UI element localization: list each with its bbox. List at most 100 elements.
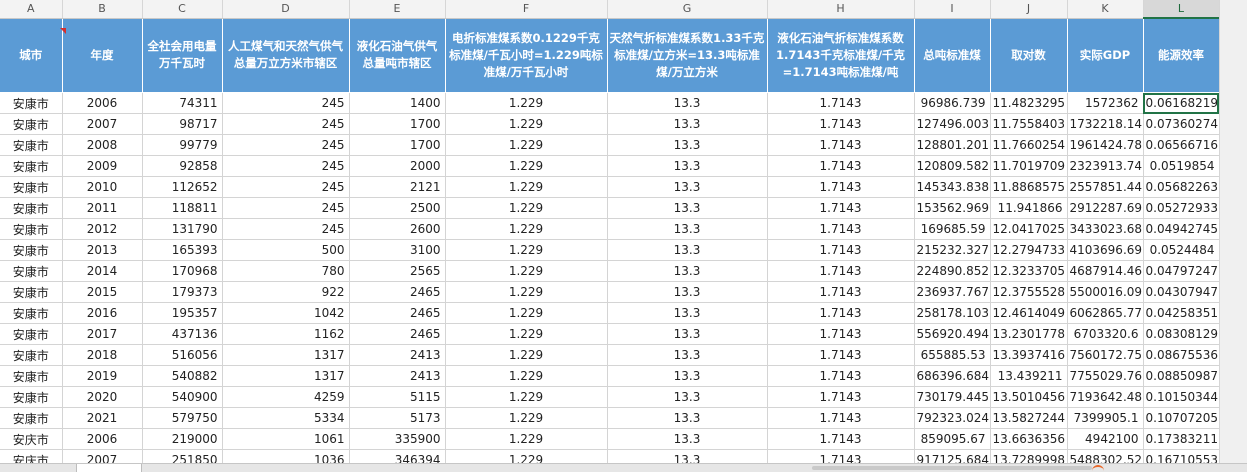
table-cell[interactable]: 11.7019709 bbox=[990, 155, 1068, 177]
table-cell[interactable]: 655885.53 bbox=[914, 344, 991, 366]
table-cell[interactable]: 1.229 bbox=[445, 344, 608, 366]
table-cell[interactable]: 12.0417025 bbox=[990, 218, 1068, 240]
horizontal-scrollbar-thumb[interactable] bbox=[812, 466, 1092, 470]
table-cell[interactable]: 1.229 bbox=[445, 197, 608, 219]
table-cell[interactable]: 13.3 bbox=[607, 428, 768, 450]
table-cell[interactable]: 12.2794733 bbox=[990, 239, 1068, 261]
table-cell[interactable]: 3433023.68 bbox=[1067, 218, 1144, 240]
table-cell[interactable]: 1.229 bbox=[445, 92, 608, 114]
table-cell[interactable]: 2006 bbox=[62, 428, 143, 450]
field-header-cell[interactable]: 电折标准煤系数0.1229千克标准煤/千瓦小时=1.229吨标准煤/万千瓦小时 bbox=[445, 18, 608, 93]
table-cell[interactable]: 1.229 bbox=[445, 218, 608, 240]
table-cell[interactable]: 0.17383211 bbox=[1143, 428, 1220, 450]
column-header-L[interactable]: L bbox=[1143, 0, 1220, 19]
table-cell[interactable]: 2465 bbox=[349, 323, 446, 345]
table-cell[interactable]: 12.4614049 bbox=[990, 302, 1068, 324]
table-cell[interactable]: 2007 bbox=[62, 449, 143, 463]
table-cell[interactable]: 245 bbox=[222, 113, 350, 135]
field-header-cell[interactable]: 液化石油气供气总量吨市辖区 bbox=[349, 18, 446, 93]
table-cell[interactable]: 5115 bbox=[349, 386, 446, 408]
table-cell[interactable]: 安康市 bbox=[0, 92, 63, 114]
table-cell[interactable]: 2121 bbox=[349, 176, 446, 198]
table-cell[interactable]: 4942100 bbox=[1067, 428, 1144, 450]
table-cell[interactable]: 安康市 bbox=[0, 302, 63, 324]
table-cell[interactable]: 579750 bbox=[142, 407, 223, 429]
table-cell[interactable]: 13.3 bbox=[607, 218, 768, 240]
table-cell[interactable]: 2465 bbox=[349, 302, 446, 324]
table-cell[interactable]: 1.7143 bbox=[767, 134, 915, 156]
field-header-cell[interactable]: 取对数 bbox=[990, 18, 1068, 93]
table-cell[interactable]: 7560172.75 bbox=[1067, 344, 1144, 366]
table-cell[interactable]: 13.3 bbox=[607, 239, 768, 261]
table-cell[interactable]: 2012 bbox=[62, 218, 143, 240]
table-cell[interactable]: 1.7143 bbox=[767, 323, 915, 345]
table-cell[interactable]: 13.439211 bbox=[990, 365, 1068, 387]
table-cell[interactable]: 165393 bbox=[142, 239, 223, 261]
table-cell[interactable]: 0.04307947 bbox=[1143, 281, 1220, 303]
table-cell[interactable]: 安康市 bbox=[0, 281, 63, 303]
table-cell[interactable]: 1.7143 bbox=[767, 365, 915, 387]
column-header-E[interactable]: E bbox=[349, 0, 446, 19]
table-cell[interactable]: 6703320.6 bbox=[1067, 323, 1144, 345]
table-cell[interactable]: 346394 bbox=[349, 449, 446, 463]
table-cell[interactable]: 540900 bbox=[142, 386, 223, 408]
table-cell[interactable]: 1.229 bbox=[445, 428, 608, 450]
table-cell[interactable]: 1700 bbox=[349, 113, 446, 135]
table-cell[interactable]: 5488302.52 bbox=[1067, 449, 1144, 463]
table-cell[interactable]: 1.229 bbox=[445, 176, 608, 198]
table-cell[interactable]: 131790 bbox=[142, 218, 223, 240]
table-cell[interactable]: 0.04797247 bbox=[1143, 260, 1220, 282]
table-cell[interactable]: 13.3 bbox=[607, 260, 768, 282]
column-header-F[interactable]: F bbox=[445, 0, 608, 19]
table-cell[interactable]: 安康市 bbox=[0, 197, 63, 219]
table-cell[interactable]: 13.3 bbox=[607, 386, 768, 408]
table-cell[interactable]: 245 bbox=[222, 155, 350, 177]
table-cell[interactable]: 13.6636356 bbox=[990, 428, 1068, 450]
table-cell[interactable]: 0.08675536 bbox=[1143, 344, 1220, 366]
table-cell[interactable]: 7399905.1 bbox=[1067, 407, 1144, 429]
table-cell[interactable]: 1317 bbox=[222, 365, 350, 387]
table-cell[interactable]: 13.3937416 bbox=[990, 344, 1068, 366]
table-cell[interactable]: 2007 bbox=[62, 113, 143, 135]
table-cell[interactable]: 安康市 bbox=[0, 386, 63, 408]
table-cell[interactable]: 2006 bbox=[62, 92, 143, 114]
table-cell[interactable]: 13.3 bbox=[607, 176, 768, 198]
table-cell[interactable]: 1317 bbox=[222, 344, 350, 366]
table-cell[interactable]: 11.8868575 bbox=[990, 176, 1068, 198]
table-cell[interactable]: 2912287.69 bbox=[1067, 197, 1144, 219]
table-cell[interactable]: 0.05682263 bbox=[1143, 176, 1220, 198]
table-cell[interactable]: 12.3233705 bbox=[990, 260, 1068, 282]
column-header-C[interactable]: C bbox=[142, 0, 223, 19]
table-cell[interactable]: 安庆市 bbox=[0, 449, 63, 463]
table-cell[interactable]: 128801.201 bbox=[914, 134, 991, 156]
table-cell[interactable]: 1.229 bbox=[445, 134, 608, 156]
table-cell[interactable]: 2323913.74 bbox=[1067, 155, 1144, 177]
field-header-cell[interactable]: 总吨标准煤 bbox=[914, 18, 991, 93]
table-cell[interactable]: 2015 bbox=[62, 281, 143, 303]
table-cell[interactable]: 11.941866 bbox=[990, 197, 1068, 219]
table-cell[interactable]: 2557851.44 bbox=[1067, 176, 1144, 198]
table-cell[interactable]: 120809.582 bbox=[914, 155, 991, 177]
table-cell[interactable]: 12.3755528 bbox=[990, 281, 1068, 303]
column-header-J[interactable]: J bbox=[990, 0, 1068, 19]
table-cell[interactable]: 2565 bbox=[349, 260, 446, 282]
table-cell[interactable]: 5334 bbox=[222, 407, 350, 429]
table-cell[interactable]: 安康市 bbox=[0, 218, 63, 240]
table-cell[interactable]: 1.229 bbox=[445, 113, 608, 135]
table-cell[interactable]: 1.7143 bbox=[767, 449, 915, 463]
table-cell[interactable]: 2413 bbox=[349, 344, 446, 366]
table-cell[interactable]: 686396.684 bbox=[914, 365, 991, 387]
table-cell[interactable]: 153562.969 bbox=[914, 197, 991, 219]
table-cell[interactable]: 169685.59 bbox=[914, 218, 991, 240]
table-cell[interactable]: 11.7660254 bbox=[990, 134, 1068, 156]
table-cell[interactable]: 922 bbox=[222, 281, 350, 303]
table-cell[interactable]: 5173 bbox=[349, 407, 446, 429]
table-cell[interactable]: 13.3 bbox=[607, 344, 768, 366]
table-cell[interactable]: 2413 bbox=[349, 365, 446, 387]
field-header-cell[interactable]: 城市 bbox=[0, 18, 63, 93]
table-cell[interactable]: 安康市 bbox=[0, 155, 63, 177]
table-cell[interactable]: 0.16710553 bbox=[1143, 449, 1220, 463]
table-cell[interactable]: 2018 bbox=[62, 344, 143, 366]
table-cell[interactable]: 13.7289998 bbox=[990, 449, 1068, 463]
table-cell[interactable]: 215232.327 bbox=[914, 239, 991, 261]
